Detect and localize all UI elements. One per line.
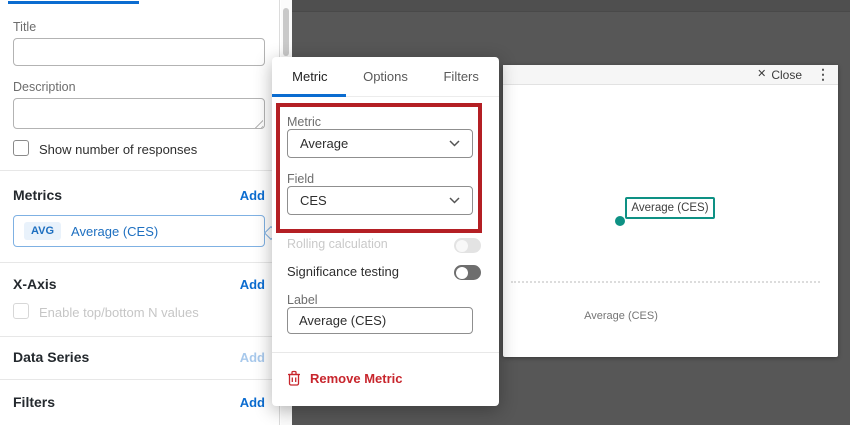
popup-tabbar: Metric Options Filters [272, 57, 499, 97]
widget-preview-card: ✕ Close ⋮ Average (CES) Average (CES) [503, 65, 838, 357]
chart-baseline [511, 281, 820, 283]
tab-metric[interactable]: Metric [272, 57, 348, 96]
description-textarea[interactable] [13, 98, 265, 129]
backdrop-top-strip [292, 0, 850, 12]
label-input[interactable] [287, 307, 473, 334]
title-label: Title [13, 20, 37, 34]
rolling-calculation-toggle [454, 238, 481, 253]
tab-options[interactable]: Options [348, 57, 424, 96]
remove-metric-button[interactable]: Remove Metric [287, 370, 402, 386]
active-tab-underline [272, 94, 346, 97]
significance-testing-label: Significance testing [287, 264, 400, 279]
remove-metric-label: Remove Metric [310, 370, 403, 386]
metrics-add-link[interactable]: Add [240, 188, 265, 203]
close-button-label: Close [771, 67, 802, 82]
metric-select[interactable]: Average [287, 129, 473, 158]
show-responses-checkbox[interactable] [13, 140, 29, 156]
trash-icon [287, 370, 301, 386]
topbottom-checkbox [13, 303, 29, 319]
section-divider [0, 170, 280, 171]
data-series-add-link: Add [239, 350, 265, 365]
tab-filters[interactable]: Filters [423, 57, 499, 96]
scrollbar-thumb[interactable] [283, 8, 289, 56]
filters-add-link[interactable]: Add [240, 395, 265, 410]
x-axis-heading: X-Axis [13, 276, 57, 292]
popup-divider [272, 352, 499, 353]
show-responses-label: Show number of responses [39, 142, 198, 157]
preview-toolbar: ✕ Close ⋮ [503, 65, 838, 85]
data-point-label: Average (CES) [625, 197, 715, 219]
metric-aggregation-badge: AVG [24, 222, 62, 240]
field-select[interactable]: CES [287, 186, 473, 215]
toggle-knob [455, 266, 468, 279]
significance-testing-toggle[interactable] [454, 265, 481, 280]
label-field-label: Label [287, 293, 318, 307]
metric-chip-label: Average (CES) [71, 223, 159, 239]
metrics-heading: Metrics [13, 187, 63, 203]
filters-heading: Filters [13, 394, 56, 410]
active-tab-indicator [8, 1, 139, 4]
section-divider [0, 262, 280, 263]
data-series-heading: Data Series [13, 349, 90, 365]
x-axis-add-link[interactable]: Add [240, 277, 265, 292]
field-select-label: Field [287, 172, 315, 186]
title-input[interactable] [13, 38, 265, 66]
rolling-calculation-label: Rolling calculation [287, 237, 388, 251]
metric-popup: Metric Options Filters Metric Average Fi… [272, 57, 499, 406]
metric-select-label: Metric [287, 115, 322, 129]
chevron-down-icon [449, 197, 460, 204]
chart-data-point[interactable] [615, 216, 625, 226]
section-divider [0, 336, 280, 337]
metric-chip[interactable]: AVG Average (CES) [13, 215, 265, 247]
chevron-down-icon [449, 140, 460, 147]
settings-sidebar: Title Description Show number of respons… [0, 0, 280, 425]
kebab-menu-icon[interactable]: ⋮ [816, 66, 830, 83]
toggle-knob [455, 239, 468, 252]
description-label: Description [13, 80, 76, 94]
topbottom-checkbox-label: Enable top/bottom N values [39, 305, 199, 320]
widget-editor: ✕ Close ⋮ Average (CES) Average (CES) Ti… [0, 0, 850, 425]
field-select-value: CES [300, 193, 327, 208]
x-axis-label: Average (CES) [584, 310, 658, 322]
section-divider [0, 379, 280, 380]
close-icon: ✕ [757, 68, 767, 80]
close-button[interactable]: ✕ Close [757, 68, 802, 82]
metric-select-value: Average [300, 136, 349, 151]
